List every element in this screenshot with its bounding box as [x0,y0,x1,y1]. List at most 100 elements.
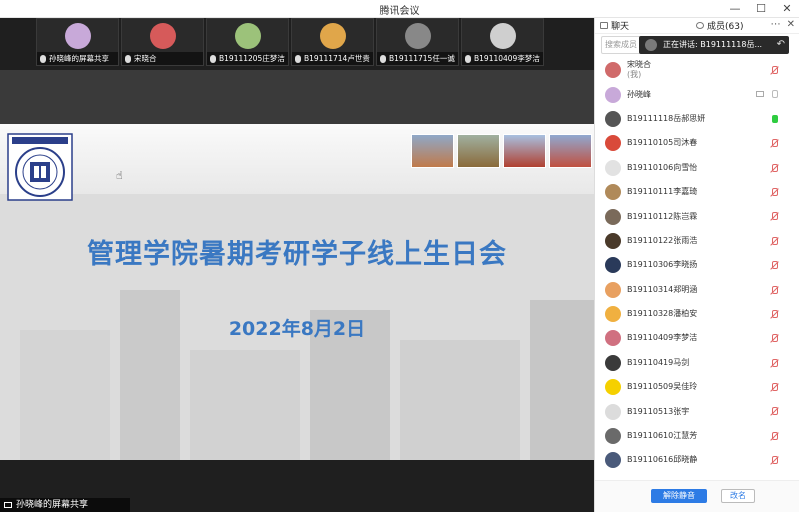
avatar [404,23,431,49]
member-name: B19110112陈岂霖 [627,211,698,221]
person-icon [696,22,704,29]
member-row[interactable]: B19110306李晓扬 [595,253,799,277]
maximize-icon[interactable]: ☐ [755,2,767,15]
mic-muted-icon[interactable] [770,66,778,75]
mic-muted-icon[interactable] [770,456,778,465]
mic-muted-icon[interactable] [770,187,778,197]
mic-icon[interactable] [770,114,778,124]
video-thumbnail[interactable]: B19111714卢世贵 [291,18,374,66]
back-arrow-icon[interactable]: ↶ [777,36,785,54]
slide-photo [549,134,592,168]
minimize-icon[interactable]: — [729,2,741,15]
member-name: 宋晓合 [627,60,651,70]
avatar [645,39,657,51]
video-thumbnail[interactable]: B19111205庄梦洁 [206,18,289,66]
mic-icon [210,55,216,63]
video-thumbnail[interactable]: B19110409李梦洁 [461,18,544,66]
member-row[interactable]: 孙晓峰 [595,82,799,106]
member-row[interactable]: B19110105司沐春 [595,131,799,155]
member-name: B19110306李晓扬 [627,260,698,270]
avatar [605,135,621,152]
member-row[interactable]: B19110513张宇 [595,399,799,423]
member-row[interactable]: B19110328潘柏安 [595,302,799,326]
mic-muted-icon[interactable] [770,334,778,343]
member-row[interactable]: B19110610江慧芳 [595,424,799,448]
avatar [605,306,621,323]
chat-icon [600,22,608,29]
member-name: B19110610江慧芳 [627,431,698,441]
member-name: B19110105司沐春 [627,138,698,148]
close-panel-icon[interactable]: ✕ [787,19,795,30]
member-row[interactable]: B19110122张雨浩 [595,229,799,253]
member-name: B19110509吴佳玲 [627,382,698,392]
mic-muted-icon[interactable] [770,163,778,173]
mic-icon[interactable] [770,90,778,99]
more-icon[interactable]: ⋯ [771,19,781,30]
slide-photo-strip [411,134,592,168]
unmute-all-button[interactable]: 解除静音 [651,489,707,503]
member-name: 孙晓峰 [627,89,651,99]
slide-headline: 管理学院暑期考研学子线上生日会 [87,239,507,270]
rename-button[interactable]: 改名 [721,489,755,503]
video-thumbnail[interactable]: B19111715任一诚 [376,18,459,66]
avatar [605,110,621,127]
mic-icon [380,55,386,63]
member-row[interactable]: B19111118岳郝思妍 [595,107,799,131]
avatar [149,23,176,49]
mic-muted-icon[interactable] [770,139,778,148]
side-panel: 聊天 成员(63) ⋯ ✕ 搜索成员 正在讲话: B19111118岳... ↶ … [594,18,799,512]
mic-muted-icon[interactable] [770,309,778,319]
member-row[interactable]: 宋晓合 (我) [595,58,799,82]
university-logo-icon [7,133,73,201]
member-row[interactable]: B19110111李嘉琦 [595,180,799,204]
mic-muted-icon[interactable] [770,212,778,221]
mic-muted-icon[interactable] [770,383,778,392]
campus-photo-background [0,260,594,460]
thumbnail-name: B19111205庄梦洁 [219,54,285,63]
slide-photo [457,134,500,168]
video-thumbnail[interactable]: 孙晓峰的屏幕共享 [36,18,119,66]
mic-muted-icon[interactable] [770,407,778,416]
member-name: B19110122张雨浩 [627,235,698,245]
tab-chat[interactable]: 聊天 [595,19,691,32]
avatar [234,23,261,49]
member-row[interactable]: B19110419马剑 [595,351,799,375]
member-row[interactable]: B19110616邱晓静 [595,448,799,472]
member-row[interactable]: B19110409李梦洁 [595,326,799,350]
mic-muted-icon[interactable] [770,261,778,270]
thumbnail-name: B19110409李梦洁 [474,54,540,63]
member-name: B19110513张宇 [627,406,690,416]
member-row[interactable]: B19110314郑明涵 [595,278,799,302]
close-icon[interactable]: ✕ [781,2,793,15]
stage-background [0,70,594,124]
mic-muted-icon[interactable] [770,431,778,441]
avatar [605,428,621,445]
screen-share-icon [4,501,12,508]
mic-icon [295,55,301,63]
avatar [605,257,621,274]
panel-tabs: 聊天 成员(63) ⋯ ✕ [595,18,799,34]
thumbnail-name: B19111715任一诚 [389,54,455,63]
mic-muted-icon[interactable] [770,285,778,295]
member-name: B19110616邱晓静 [627,455,698,465]
mic-muted-icon[interactable] [770,236,778,246]
avatar [489,23,516,49]
member-name: B19110328潘柏安 [627,309,698,319]
thumbnail-name: 宋晓合 [134,54,157,63]
mic-icon [465,55,471,63]
member-name: B19110106向雪怡 [627,162,698,172]
video-stage: 孙晓峰的屏幕共享 宋晓合 B19111205庄梦洁 B19111714卢世贵 B… [0,18,594,512]
video-thumbnail[interactable]: 宋晓合 [121,18,204,66]
avatar [64,23,91,49]
member-row[interactable]: B19110509吴佳玲 [595,375,799,399]
avatar [605,452,621,469]
avatar [605,330,621,347]
mic-icon [40,55,46,63]
member-row[interactable]: B19110106向雪怡 [595,156,799,180]
member-self-tag: (我) [627,70,642,80]
title-bar: 腾讯会议 — ☐ ✕ [0,0,799,18]
member-row[interactable]: B19110112陈岂霖 [595,204,799,228]
member-name: B19110314郑明涵 [627,284,698,294]
slide-photo [503,134,546,168]
mic-muted-icon[interactable] [770,358,778,368]
